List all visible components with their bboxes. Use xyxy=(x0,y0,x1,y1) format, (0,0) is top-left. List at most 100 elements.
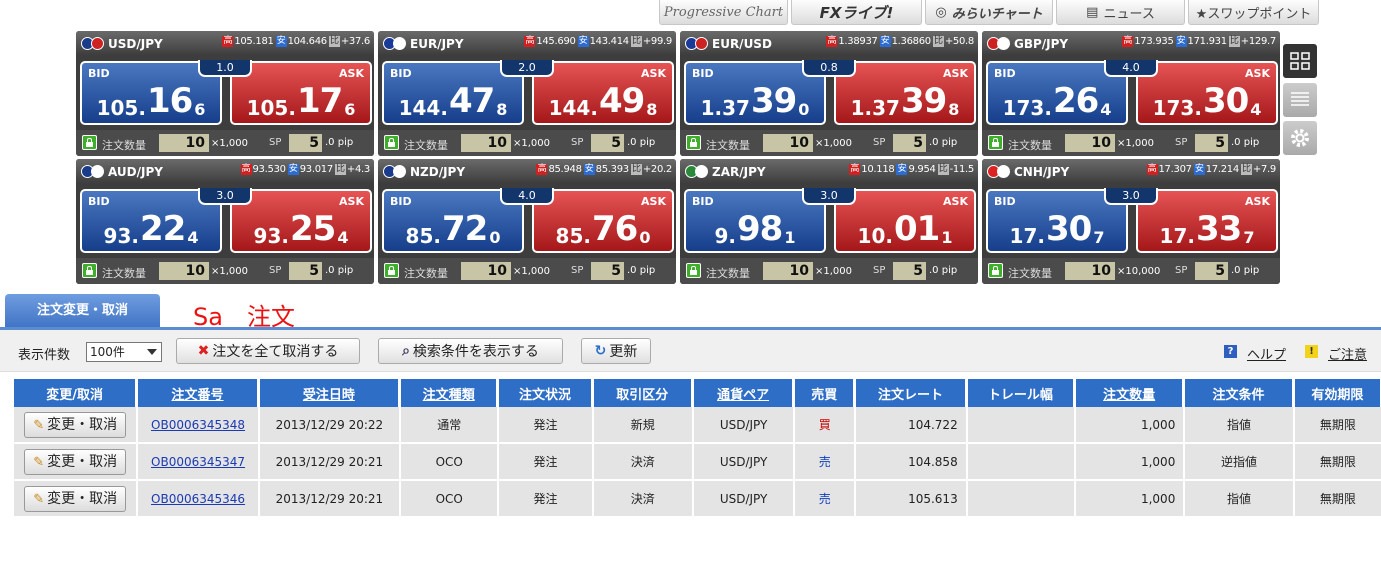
pair-label: NZD/JPY xyxy=(410,165,466,179)
lock-icon[interactable] xyxy=(384,263,399,278)
spread-badge: 3.0 xyxy=(198,188,252,205)
pair-label: AUD/JPY xyxy=(108,165,163,179)
column-header[interactable]: 注文種類 xyxy=(401,379,498,407)
lock-icon[interactable] xyxy=(82,135,97,150)
column-header: 注文レート xyxy=(856,379,966,407)
panel-footer: 注文数量 10 ×1,000 SP 5 .0 pip xyxy=(76,258,374,284)
lock-icon[interactable] xyxy=(82,263,97,278)
count-select[interactable]: 100件 xyxy=(86,342,162,362)
pair-stats: 高 93.530 安 93.017 比 +4.3 xyxy=(240,164,370,175)
grid-view-icon[interactable] xyxy=(1283,44,1317,78)
pip-label: .0 pip xyxy=(325,265,354,276)
cancel-all-button[interactable]: ✖ 注文を全て取消する xyxy=(176,338,360,364)
swap-point-button[interactable]: ★スワップポイント xyxy=(1188,0,1319,25)
table-cell: OCO xyxy=(401,444,498,481)
lock-icon[interactable] xyxy=(384,135,399,150)
panel-footer: 注文数量 10 ×1,000 SP 5 .0 pip xyxy=(76,130,374,156)
sp-input[interactable]: 5 xyxy=(1195,262,1228,280)
pip-label: .0 pip xyxy=(627,265,656,276)
table-row: ✎ 変更・取消 OB0006345348 2013/12/29 20:22 通常 発注 新規… xyxy=(14,407,1381,444)
bid-price: 93. 22 4 xyxy=(103,209,199,249)
sp-input[interactable]: 5 xyxy=(289,262,322,280)
lock-icon[interactable] xyxy=(988,263,1003,278)
table-cell: USD/JPY xyxy=(693,444,794,481)
pair-stats: 高 10.118 安 9.954 比 -11.5 xyxy=(849,164,974,175)
mirai-chart-button[interactable]: ◎ みらいチャート xyxy=(925,0,1053,25)
fx-live-button[interactable]: FXライブ! xyxy=(791,0,922,25)
qty-input[interactable]: 10 xyxy=(159,262,209,280)
rate-panel: NZD/JPY 高 85.948 安 85.393 比 +20.2 4.0 BID 85.… xyxy=(378,159,676,284)
sp-input[interactable]: 5 xyxy=(893,134,926,152)
pair-stats: 高 173.935 安 171.931 比 +129.7 xyxy=(1122,36,1276,47)
rate-panel: EUR/USD 高 1.38937 安 1.36860 比 +50.8 0.8 BID 1… xyxy=(680,31,978,156)
table-cell: 発注 xyxy=(499,481,592,518)
qty-label: 注文数量 xyxy=(1008,267,1052,280)
tab-order-change-cancel[interactable]: 注文変更・取消 xyxy=(5,294,160,328)
qty-label: 注文数量 xyxy=(102,139,146,152)
table-cell: 2013/12/29 20:22 xyxy=(259,407,400,444)
order-number-link[interactable]: OB0006345348 xyxy=(151,418,245,432)
pair-label: EUR/JPY xyxy=(410,37,464,51)
qty-input[interactable]: 10 xyxy=(763,134,813,152)
qty-input[interactable]: 10 xyxy=(159,134,209,152)
edit-cancel-button[interactable]: ✎ 変更・取消 xyxy=(24,448,127,475)
pencil-icon: ✎ xyxy=(33,417,45,433)
list-view-icon[interactable] xyxy=(1283,83,1317,117)
qty-label: 注文数量 xyxy=(706,139,750,152)
sp-input[interactable]: 5 xyxy=(289,134,322,152)
table-cell xyxy=(967,407,1075,444)
column-header[interactable]: 受注日時 xyxy=(259,379,400,407)
sp-label: SP xyxy=(873,265,886,276)
pencil-icon: ✎ xyxy=(33,454,45,470)
qty-multiplier: ×10,000 xyxy=(1117,266,1161,277)
refresh-button[interactable]: ↻ 更新 xyxy=(581,338,651,364)
lock-icon[interactable] xyxy=(988,135,1003,150)
ask-price: 10. 01 1 xyxy=(857,209,953,249)
side-cell: 売 xyxy=(795,481,855,518)
qty-input[interactable]: 10 xyxy=(461,262,511,280)
edit-cancel-button[interactable]: ✎ 変更・取消 xyxy=(24,411,127,438)
sp-input[interactable]: 5 xyxy=(591,134,624,152)
pair-label: GBP/JPY xyxy=(1014,37,1069,51)
globe-icon: ◎ xyxy=(935,4,947,20)
spread-badge: 4.0 xyxy=(1104,60,1158,77)
show-search-button[interactable]: ⌕ 検索条件を表示する xyxy=(378,338,563,364)
sp-input[interactable]: 5 xyxy=(893,262,926,280)
gear-icon[interactable] xyxy=(1283,121,1317,155)
side-cell: 買 xyxy=(795,407,855,444)
news-button[interactable]: ▤ ニュース xyxy=(1056,0,1185,25)
pip-label: .0 pip xyxy=(325,137,354,148)
column-header[interactable]: 注文番号 xyxy=(138,379,258,407)
qty-input[interactable]: 10 xyxy=(1065,262,1115,280)
order-number-link[interactable]: OB0006345346 xyxy=(151,492,245,506)
edit-cancel-button[interactable]: ✎ 変更・取消 xyxy=(24,485,127,512)
column-header: 有効期限 xyxy=(1294,379,1381,407)
sp-input[interactable]: 5 xyxy=(591,262,624,280)
lock-icon[interactable] xyxy=(686,263,701,278)
numeric-cell: 1,000 xyxy=(1076,481,1184,518)
rate-panel: CNH/JPY 高 17.307 安 17.214 比 +7.9 3.0 BID 17. 3… xyxy=(982,159,1280,284)
panel-footer: 注文数量 10 ×1,000 SP 5 .0 pip xyxy=(378,258,676,284)
help-link[interactable]: ヘルプ xyxy=(1247,344,1286,363)
count-label: 表示件数 xyxy=(18,348,71,363)
order-number-link[interactable]: OB0006345347 xyxy=(151,455,245,469)
table-cell: 発注 xyxy=(499,444,592,481)
caution-link[interactable]: ご注意 xyxy=(1328,344,1367,363)
progressive-chart-button[interactable]: Progressive Chart xyxy=(659,0,788,25)
lock-icon[interactable] xyxy=(686,135,701,150)
qty-label: 注文数量 xyxy=(404,267,448,280)
qty-input[interactable]: 10 xyxy=(1065,134,1115,152)
sp-input[interactable]: 5 xyxy=(1195,134,1228,152)
edit-cell: ✎ 変更・取消 xyxy=(14,481,137,518)
pip-label: .0 pip xyxy=(1231,137,1260,148)
qty-input[interactable]: 10 xyxy=(763,262,813,280)
column-header[interactable]: 通貨ペア xyxy=(693,379,794,407)
edit-cell: ✎ 変更・取消 xyxy=(14,444,137,481)
pair-label: ZAR/JPY xyxy=(712,165,766,179)
qty-input[interactable]: 10 xyxy=(461,134,511,152)
pip-label: .0 pip xyxy=(929,265,958,276)
column-header[interactable]: 注文数量 xyxy=(1076,379,1184,407)
table-cell: USD/JPY xyxy=(693,481,794,518)
table-cell: 指値 xyxy=(1185,481,1293,518)
ask-price: 17. 33 7 xyxy=(1159,209,1255,249)
